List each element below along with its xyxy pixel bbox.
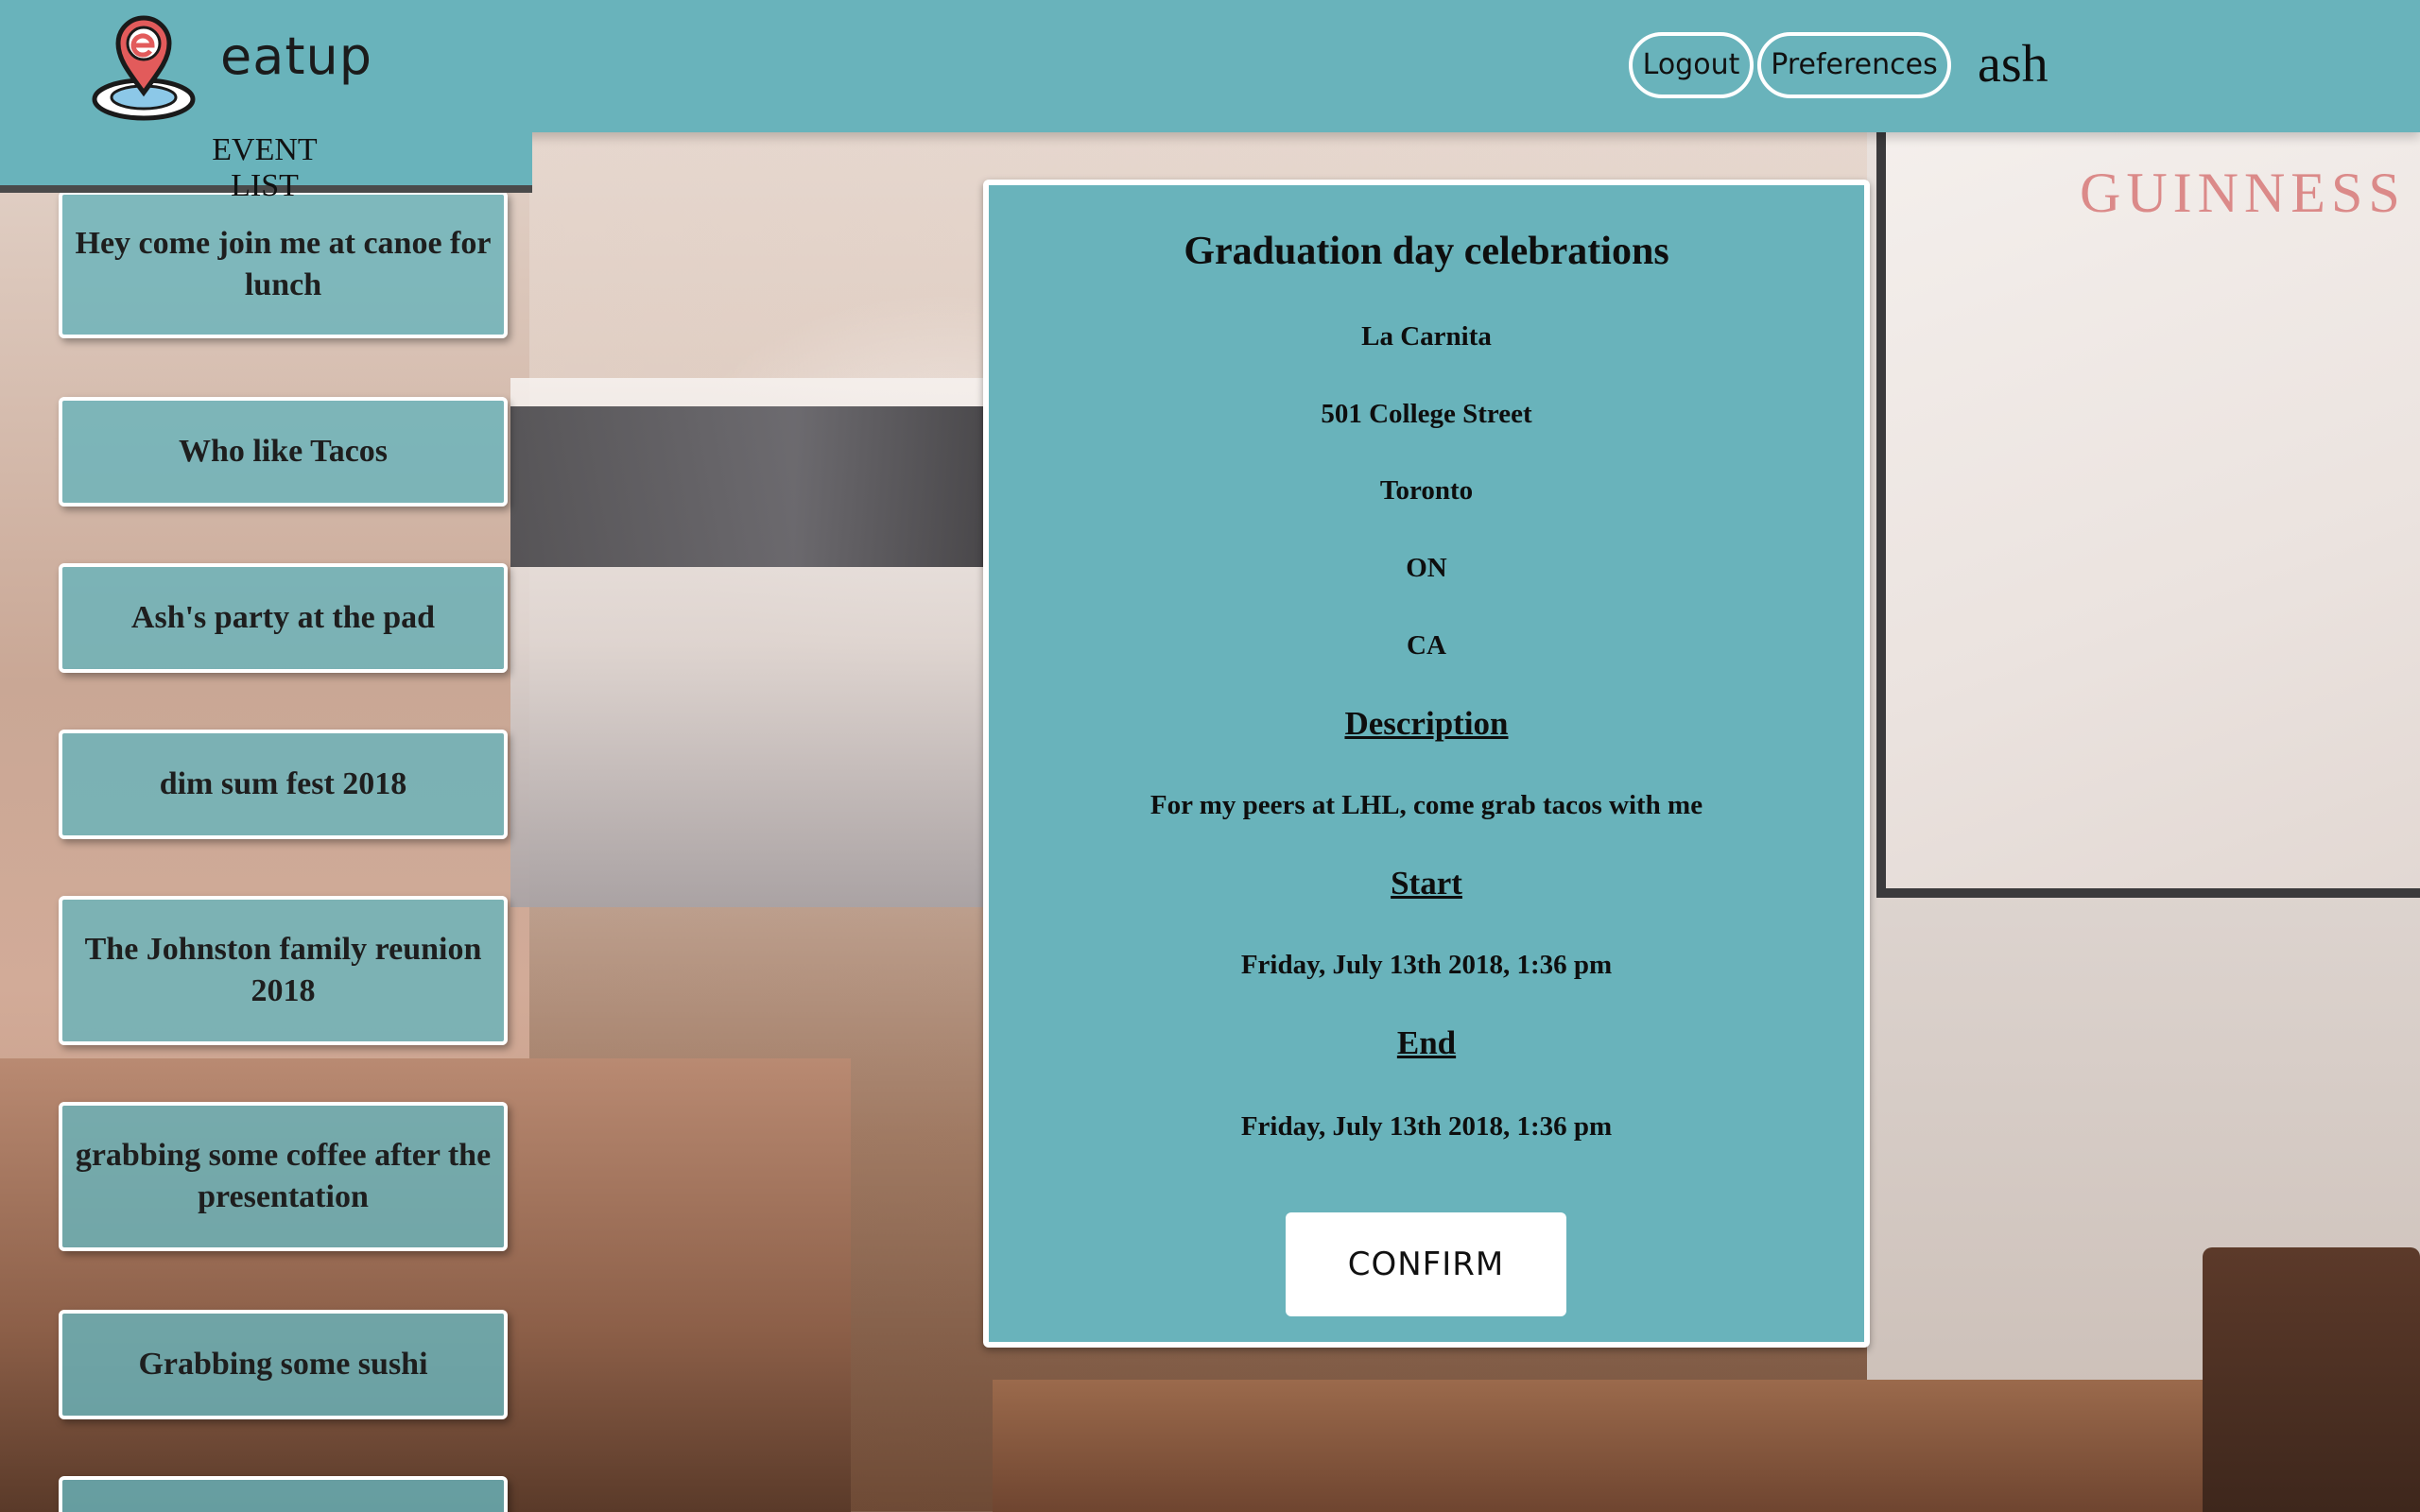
- username-label: ash: [1978, 35, 2048, 94]
- background-right-wall: [1867, 132, 2420, 1512]
- event-list-item[interactable]: dim sum fest 2018: [59, 730, 508, 839]
- event-list-item[interactable]: Hey come join me at canoe for lunch: [59, 191, 508, 338]
- event-list-title: EVENT LIST: [212, 132, 318, 203]
- description-heading: Description: [1344, 705, 1509, 742]
- event-start-time: Friday, July 13th 2018, 1:36 pm: [1240, 950, 1613, 980]
- end-heading: End: [1396, 1024, 1457, 1061]
- event-province: ON: [1406, 553, 1447, 583]
- event-list-item-partial[interactable]: [59, 1476, 508, 1512]
- location-pin-logo-icon[interactable]: [90, 9, 203, 123]
- event-list-item[interactable]: The Johnston family reunion 2018: [59, 896, 508, 1045]
- background-poster: [1876, 132, 2420, 898]
- event-street: 501 College Street: [1321, 399, 1532, 429]
- event-list-item[interactable]: Grabbing some sushi: [59, 1310, 508, 1419]
- confirm-button[interactable]: CONFIRM: [1286, 1212, 1566, 1316]
- preferences-button[interactable]: Preferences: [1757, 32, 1951, 98]
- event-list-item[interactable]: Who like Tacos: [59, 397, 508, 507]
- background-window: [510, 378, 983, 907]
- event-list-header: EVENT LIST: [0, 132, 532, 203]
- event-description: For my peers at LHL, come grab tacos wit…: [1150, 790, 1703, 820]
- background-sign: [510, 406, 983, 567]
- start-heading: Start: [1391, 865, 1462, 902]
- event-title: Graduation day celebrations: [1184, 230, 1669, 273]
- event-end-time: Friday, July 13th 2018, 1:36 pm: [1240, 1111, 1613, 1142]
- background-poster-text: GUINNESS: [2080, 162, 2406, 224]
- event-list-item[interactable]: Ash's party at the pad: [59, 563, 508, 673]
- event-list-item[interactable]: grabbing some coffee after the presentat…: [59, 1102, 508, 1251]
- event-detail-panel: Graduation day celebrations La Carnita 5…: [983, 180, 1870, 1348]
- background-chair: [2203, 1247, 2420, 1512]
- brand-name[interactable]: eatup: [220, 26, 372, 86]
- logout-button[interactable]: Logout: [1629, 32, 1754, 98]
- event-venue: La Carnita: [1361, 321, 1492, 352]
- event-country: CA: [1407, 630, 1446, 661]
- event-city: Toronto: [1379, 475, 1474, 506]
- background-table: [993, 1380, 2420, 1512]
- top-navigation-bar: eatup Logout Preferences ash: [0, 0, 2420, 132]
